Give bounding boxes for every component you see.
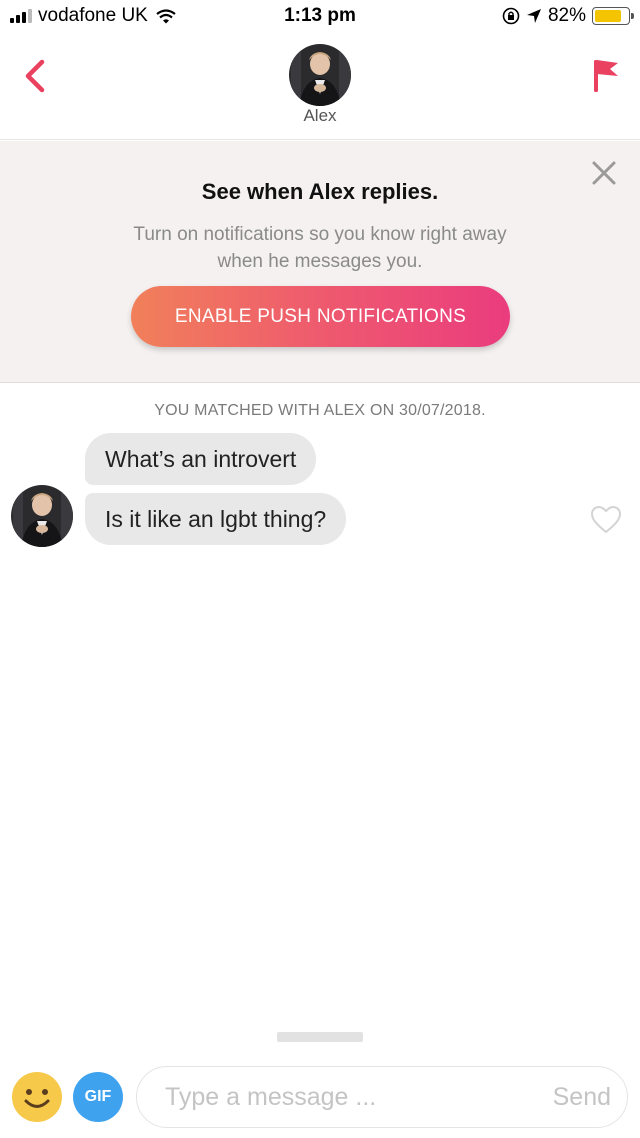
match-date-note: YOU MATCHED WITH ALEX ON 30/07/2018. (154, 402, 486, 419)
battery-level (595, 10, 622, 22)
banner-title: See when Alex replies. (201, 179, 439, 204)
back-button[interactable] (18, 54, 54, 98)
banner-text: Turn on notifications so you know right … (133, 224, 507, 272)
message-input[interactable] (165, 1067, 525, 1127)
rotation-lock-icon (502, 7, 520, 25)
emoji-button[interactable] (12, 1072, 62, 1122)
battery-percent: 82% (547, 5, 586, 26)
message-composer: Send (136, 1066, 628, 1128)
chat-header: Alex (0, 34, 640, 140)
message-bubble[interactable]: Is it like an lgbt thing? (85, 493, 347, 545)
smiley-icon (13, 1073, 61, 1121)
status-right: 82% (502, 5, 634, 27)
send-button[interactable]: Send (553, 1067, 611, 1127)
enable-push-notifications-button[interactable]: ENABLE PUSH NOTIFICATIONS (131, 286, 510, 347)
gif-button[interactable]: GIF (73, 1072, 123, 1122)
notification-banner: See when Alex replies. Turn on notificat… (0, 141, 640, 383)
avatar[interactable] (289, 44, 351, 106)
contact-name: Alex (303, 106, 337, 125)
avatar[interactable] (11, 485, 73, 547)
heart-icon[interactable] (590, 505, 622, 535)
message-bubble[interactable]: What’s an introvert (85, 433, 317, 485)
battery-icon (592, 7, 634, 25)
location-icon (526, 9, 541, 23)
status-bar: vodafone UK 1:13 pm 82% (0, 0, 640, 34)
avatar-photo (289, 44, 351, 106)
drag-handle[interactable] (277, 1032, 363, 1042)
avatar-photo (11, 485, 73, 547)
report-flag-button[interactable] (590, 54, 622, 98)
